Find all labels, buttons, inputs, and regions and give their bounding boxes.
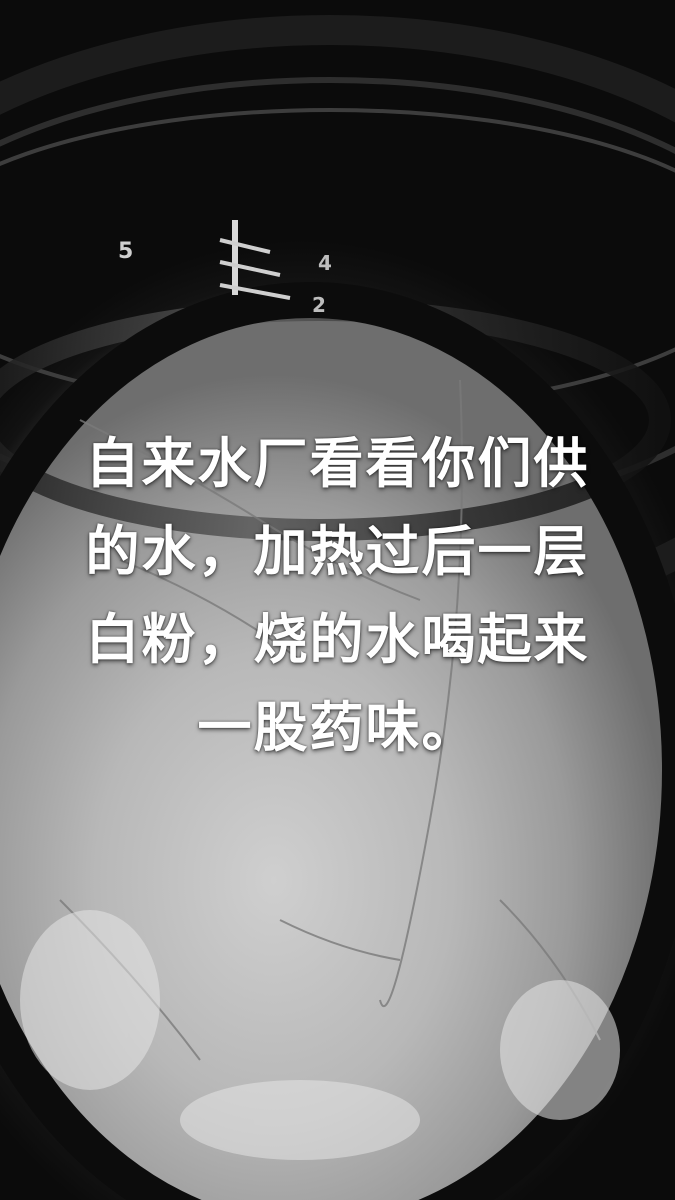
caption-text: 自来水厂看看你们供 的水，加热过后一层 白粉，烧的水喝起来 一股药味。 [40, 420, 635, 772]
scale-mark-4: 4 [318, 251, 332, 275]
scale-mark-2: 2 [312, 293, 326, 317]
caption-line-4: 一股药味。 [197, 696, 478, 759]
caption-line-2: 的水，加热过后一层 [85, 520, 590, 583]
kettle-interior-photo: 5 4 2 自来水厂看看你们供 的水，加热过后一层 白粉，烧的水喝起来 一股药味… [0, 0, 675, 1200]
caption-line-3: 白粉，烧的水喝起来 [85, 608, 590, 671]
caption-line-1: 自来水厂看看你们供 [85, 432, 590, 495]
scale-mark-5: 5 [118, 239, 133, 264]
